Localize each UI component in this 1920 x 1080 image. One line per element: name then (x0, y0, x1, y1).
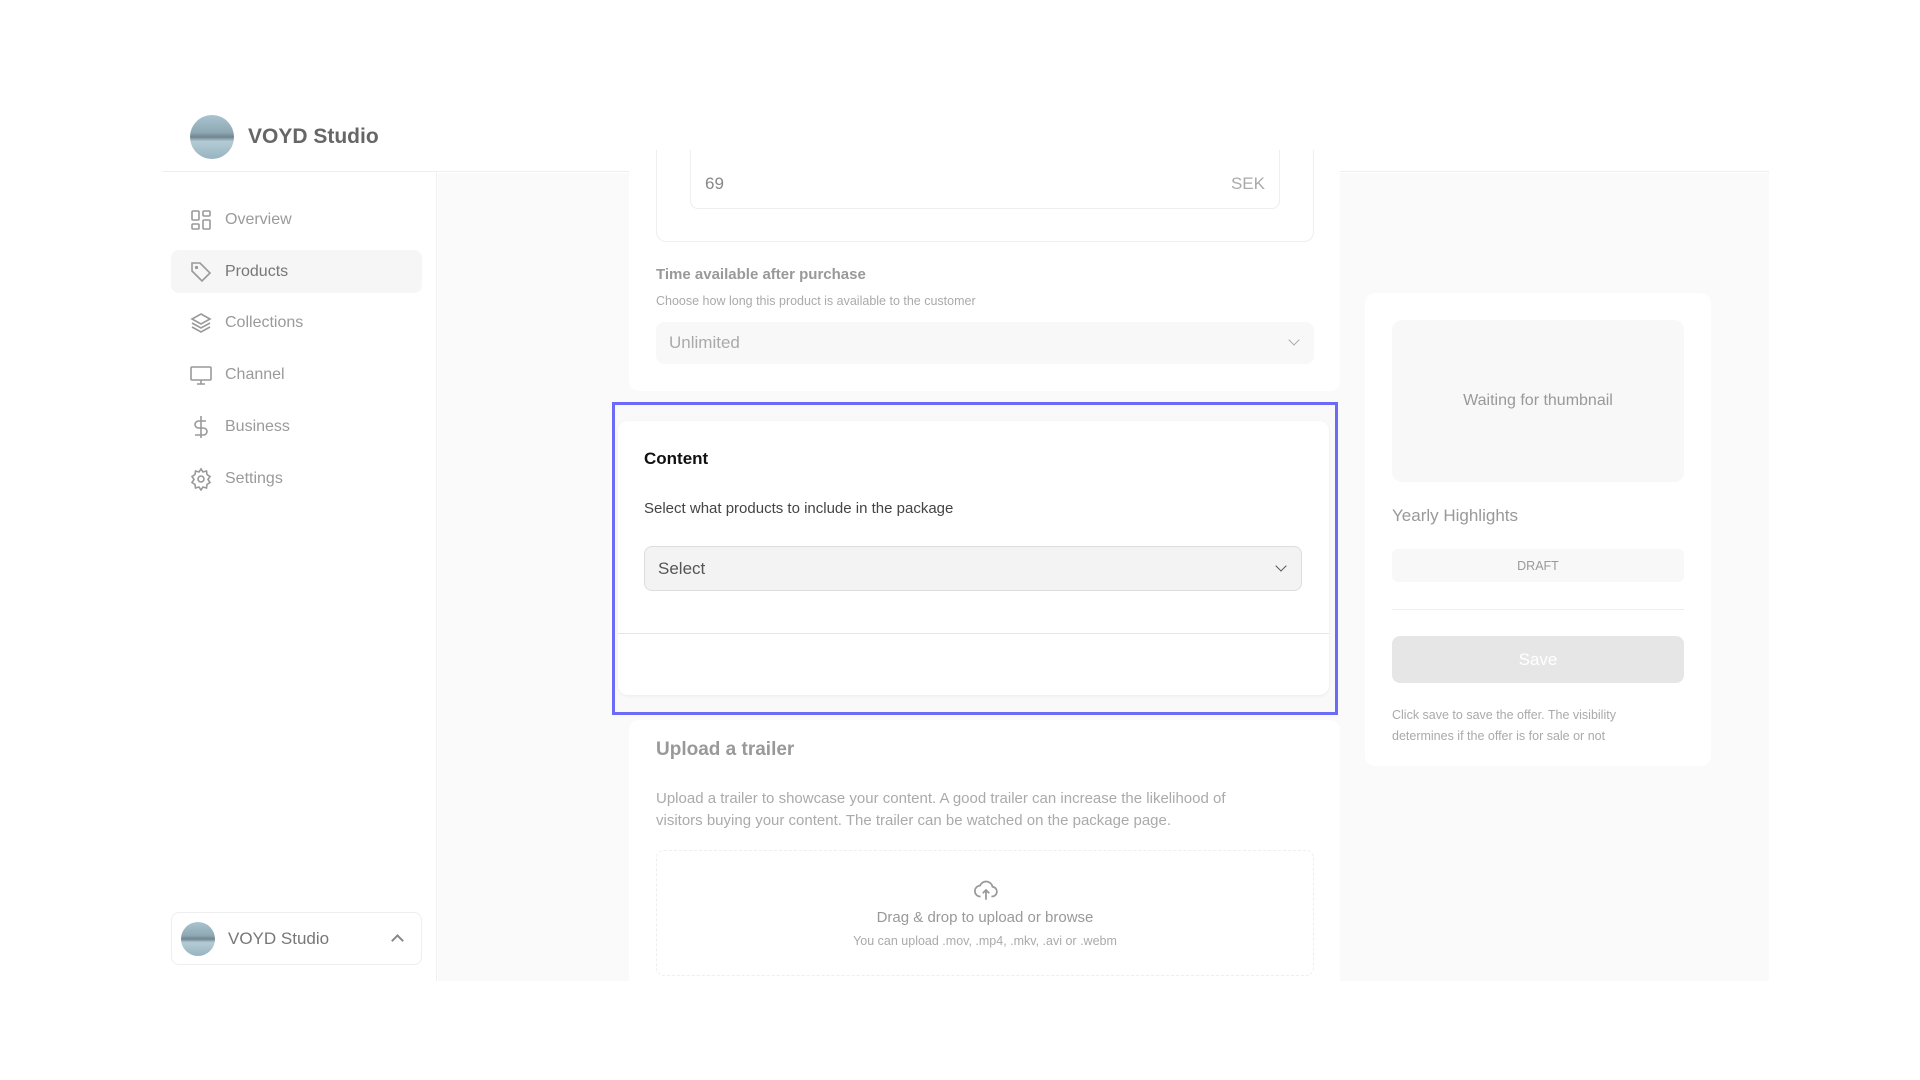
save-button-label: Save (1518, 650, 1558, 669)
gear-icon (190, 467, 212, 491)
account-switcher[interactable]: VOYD Studio (171, 912, 422, 965)
content-title: Content (644, 449, 709, 468)
content-subtitle: Select what products to include in the p… (644, 500, 954, 517)
sidebar-item-label: Products (225, 262, 289, 280)
availability-subtitle: Choose how long this product is availabl… (656, 294, 976, 308)
sidebar-item-business[interactable]: Business (171, 405, 422, 448)
trailer-dropzone[interactable]: Drag & drop to upload or browse You can … (656, 850, 1314, 976)
thumbnail-text: Waiting for thumbnail (1463, 392, 1613, 409)
save-button[interactable]: Save (1392, 636, 1684, 683)
tag-icon (191, 261, 212, 282)
sidebar-item-label: Settings (225, 469, 283, 487)
brand-logo (190, 115, 234, 159)
sidebar-item-label: Business (225, 417, 290, 435)
upload-cloud-icon (974, 880, 998, 900)
dropzone-text: Drag & drop to upload or browse (876, 909, 1094, 926)
sidebar-item-overview[interactable]: Overview (171, 198, 422, 241)
sidebar-item-settings[interactable]: Settings (171, 457, 422, 500)
account-name: VOYD Studio (228, 929, 330, 948)
grid-icon (191, 209, 211, 230)
sidebar-item-label: Channel (225, 365, 285, 383)
trailer-description: Upload a trailer to showcase your conten… (656, 788, 1226, 832)
divider (1392, 609, 1684, 610)
save-note-line: determines if the offer is for sale or n… (1392, 729, 1606, 743)
status-badge: DRAFT (1392, 549, 1684, 582)
dollar-icon (194, 415, 208, 438)
sidebar-item-collections[interactable]: Collections (171, 301, 422, 344)
save-note: Click save to save the offer. The visibi… (1392, 705, 1616, 747)
sidebar-item-channel[interactable]: Channel (171, 353, 422, 396)
app-title: VOYD Studio (248, 125, 379, 148)
product-name: Yearly Highlights (1392, 506, 1518, 525)
sidebar-item-label: Collections (225, 313, 304, 331)
thumbnail-placeholder: Waiting for thumbnail (1392, 320, 1684, 482)
price-value: 69 (705, 174, 724, 193)
currency-label: SEK (1230, 174, 1265, 193)
chevron-down-icon (1288, 334, 1300, 346)
summary-card: Waiting for thumbnail Yearly Highlights … (1365, 293, 1711, 766)
dropzone-formats: You can upload .mov, .mp4, .mkv, .avi or… (853, 934, 1117, 948)
availability-title: Time available after purchase (656, 266, 866, 283)
trailer-description-line: Upload a trailer to showcase your conten… (656, 790, 1226, 807)
monitor-icon (190, 365, 212, 385)
divider (618, 633, 1329, 634)
chevron-down-icon (1275, 560, 1287, 572)
trailer-description-line: visitors buying your content. The traile… (656, 812, 1172, 829)
price-input[interactable]: 69 SEK (690, 150, 1280, 209)
sidebar-item-label: Overview (225, 210, 292, 228)
save-note-line: Click save to save the offer. The visibi… (1392, 708, 1616, 722)
products-select-placeholder: Select (658, 559, 706, 578)
sidebar (162, 173, 437, 981)
trailer-title: Upload a trailer (656, 739, 795, 760)
sidebar-item-products[interactable]: Products (171, 250, 422, 293)
layers-icon (190, 312, 212, 333)
availability-select[interactable]: Unlimited (656, 322, 1314, 364)
account-avatar (181, 922, 215, 956)
status-text: DRAFT (1517, 559, 1559, 573)
availability-value: Unlimited (669, 333, 740, 352)
chevron-up-icon (391, 934, 404, 947)
trailer-card: Upload a trailer Upload a trailer to sho… (629, 720, 1340, 981)
content-card: Content Select what products to include … (618, 421, 1329, 695)
products-select[interactable]: Select (644, 546, 1302, 591)
pricing-card: 69 SEK Time available after purchase Cho… (629, 150, 1340, 391)
